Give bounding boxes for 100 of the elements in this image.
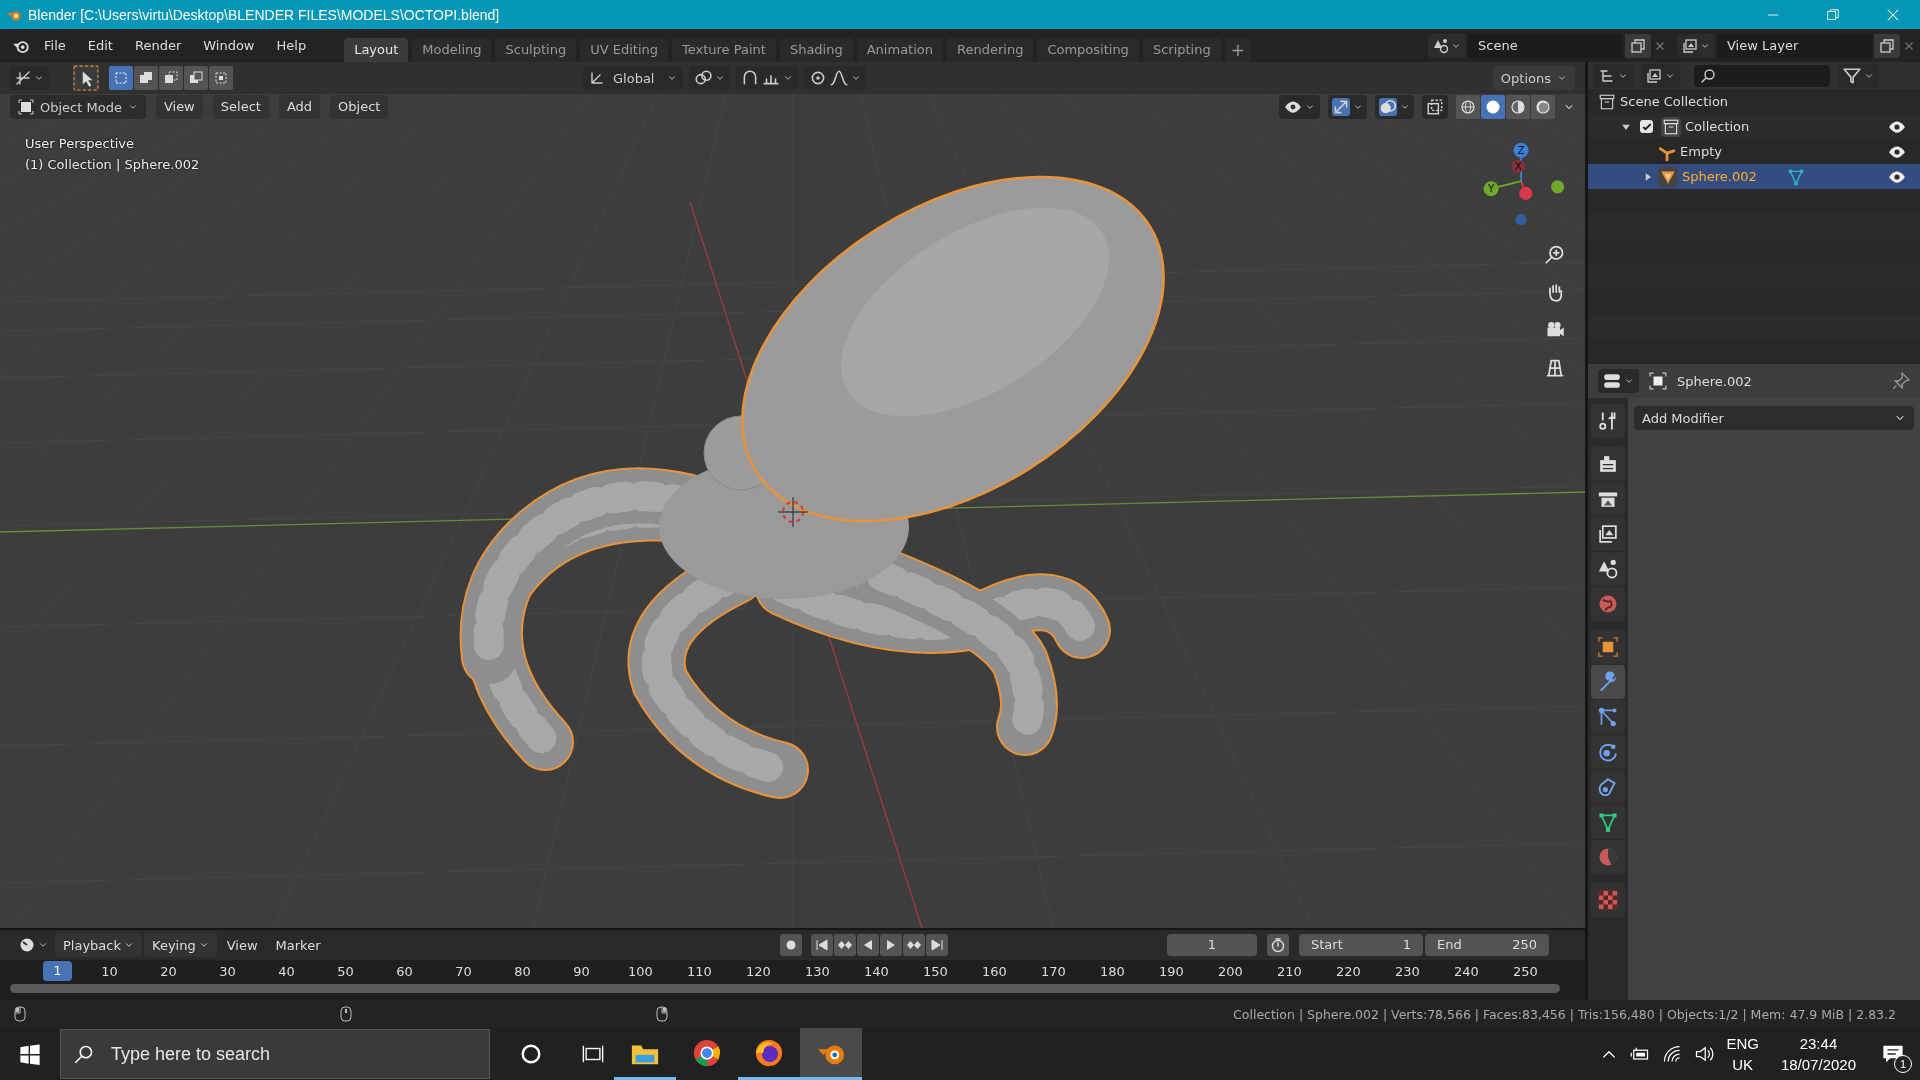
- proportional-edit-toggle[interactable]: [804, 66, 866, 90]
- play-icon[interactable]: [880, 934, 903, 956]
- next-keyframe-icon[interactable]: [903, 934, 926, 956]
- object-icon[interactable]: [1591, 630, 1625, 664]
- workspace-tab[interactable]: Animation: [856, 38, 943, 62]
- record-icon[interactable]: [780, 934, 803, 956]
- view-layer-field[interactable]: View Layer: [1717, 33, 1872, 58]
- wireframe-shading-icon[interactable]: [1456, 95, 1480, 119]
- menu-item[interactable]: Help: [276, 38, 307, 53]
- gizmo-toggle[interactable]: [1328, 95, 1367, 119]
- printer-icon[interactable]: [1591, 482, 1625, 516]
- select-mode-icon[interactable]: [109, 66, 133, 90]
- duplicate-icon[interactable]: [1625, 33, 1651, 58]
- menu-item[interactable]: Render: [134, 38, 182, 53]
- timeline-menu[interactable]: Playback: [55, 933, 142, 957]
- header-menu[interactable]: Select: [212, 95, 269, 119]
- display-mode-dropdown[interactable]: [1594, 63, 1633, 88]
- workspace-tab[interactable]: Scripting: [1142, 38, 1221, 62]
- mesh-data-icon[interactable]: [1591, 805, 1625, 839]
- volume-icon[interactable]: [1694, 1044, 1715, 1064]
- workspace-tab[interactable]: Layout: [344, 38, 409, 62]
- current-frame-field[interactable]: 1: [1167, 934, 1257, 956]
- select-mode-icon[interactable]: [159, 66, 183, 90]
- visibility-dropdown[interactable]: [1279, 95, 1320, 119]
- start-frame-field[interactable]: Start 1: [1299, 934, 1423, 956]
- add-workspace-button[interactable]: +: [1224, 38, 1251, 62]
- scene-icon[interactable]: [1591, 552, 1625, 586]
- stopwatch-icon[interactable]: [1267, 934, 1289, 956]
- header-menu[interactable]: View: [155, 95, 203, 119]
- workspace-tab[interactable]: Shading: [779, 38, 853, 62]
- editor-type-button[interactable]: [1598, 369, 1639, 393]
- play-reverse-icon[interactable]: [857, 934, 880, 956]
- checker-icon[interactable]: [1591, 883, 1625, 917]
- solid-shading-icon[interactable]: [1481, 95, 1505, 119]
- filter-view-dropdown[interactable]: [1641, 63, 1680, 88]
- options-dropdown[interactable]: Options: [1492, 66, 1575, 90]
- search-field[interactable]: [1694, 64, 1830, 87]
- select-mode-icon[interactable]: [134, 66, 158, 90]
- scene-selector[interactable]: [1428, 33, 1466, 58]
- workspace-tab[interactable]: Rendering: [947, 38, 1034, 62]
- duplicate-icon[interactable]: [1874, 33, 1900, 58]
- material-shading-icon[interactable]: [1506, 95, 1530, 119]
- select-mode-icon[interactable]: [184, 66, 208, 90]
- select-mode-icon[interactable]: [209, 66, 233, 90]
- outliner-row[interactable]: Sphere.002: [1588, 164, 1920, 189]
- grid-icon[interactable]: [1545, 358, 1565, 378]
- wrench-icon[interactable]: [1591, 665, 1625, 699]
- rendered-shading-icon[interactable]: [1531, 95, 1555, 119]
- wifi-icon[interactable]: [1662, 1044, 1683, 1064]
- outliner-row[interactable]: Empty: [1588, 139, 1920, 164]
- scrollbar-thumb[interactable]: [10, 984, 1560, 993]
- scene-field[interactable]: Scene: [1468, 33, 1623, 58]
- orientation-dropdown[interactable]: Global: [583, 66, 683, 90]
- mode-dropdown[interactable]: Object Mode: [10, 95, 146, 119]
- image-stack-icon[interactable]: [1591, 517, 1625, 551]
- menu-item[interactable]: Window: [203, 38, 255, 53]
- cortana-circle-icon[interactable]: [520, 1043, 542, 1065]
- select-tool-icon[interactable]: [73, 65, 99, 91]
- checkbox[interactable]: [1640, 120, 1653, 133]
- workspace-tab[interactable]: UV Editing: [580, 38, 668, 62]
- timeline-menu[interactable]: Marker: [267, 933, 329, 957]
- snap-toggle[interactable]: [736, 66, 798, 90]
- particles-icon[interactable]: [1591, 700, 1625, 734]
- editor-type-button[interactable]: [10, 66, 49, 90]
- pin-icon[interactable]: [1892, 372, 1910, 390]
- add-modifier-dropdown[interactable]: Add Modifier: [1634, 406, 1914, 430]
- jump-end-icon[interactable]: [926, 934, 949, 956]
- timeline-menu[interactable]: Keying: [144, 933, 217, 957]
- pivot-dropdown[interactable]: [689, 66, 730, 90]
- constraint-icon[interactable]: [1591, 770, 1625, 804]
- object-name: Sphere.002: [1677, 373, 1752, 389]
- taskbar-search-field[interactable]: Type here to search: [60, 1029, 490, 1079]
- menu-item[interactable]: File: [44, 38, 66, 53]
- previous-keyframe-icon[interactable]: [834, 934, 857, 956]
- menu-item[interactable]: Edit: [87, 38, 113, 53]
- current-frame-marker[interactable]: 1: [43, 961, 72, 981]
- header-menu[interactable]: Object: [330, 95, 389, 119]
- firefox-icon: [754, 1037, 784, 1068]
- orbit-icon[interactable]: [1591, 735, 1625, 769]
- jump-start-icon[interactable]: [811, 934, 834, 956]
- tool-icon[interactable]: [1591, 404, 1625, 438]
- filter-dropdown[interactable]: [1838, 63, 1879, 88]
- clock[interactable]: 23:44 18/07/2020: [1780, 1035, 1856, 1073]
- workspace-tab[interactable]: Modeling: [412, 38, 492, 62]
- header-menu[interactable]: Add: [278, 95, 321, 119]
- end-frame-field[interactable]: End 250: [1425, 934, 1549, 956]
- restore-icon[interactable]: [1826, 7, 1840, 22]
- task-view-icon[interactable]: [582, 1043, 604, 1065]
- zoom-icon[interactable]: [1545, 244, 1565, 264]
- workspace-tab[interactable]: Sculpting: [495, 38, 577, 62]
- blender-taskbar-button[interactable]: [800, 1028, 862, 1080]
- workspace-tab[interactable]: Texture Paint: [672, 38, 776, 62]
- camera-back-icon[interactable]: [1591, 447, 1625, 481]
- image-stack-selector[interactable]: [1677, 33, 1715, 58]
- timeline-menu[interactable]: View: [218, 933, 266, 957]
- input-language-indicator[interactable]: ENG UK: [1726, 1035, 1759, 1073]
- close-icon[interactable]: [1886, 7, 1900, 22]
- workspace-tab[interactable]: Compositing: [1037, 38, 1139, 62]
- overlay-toggle[interactable]: [1375, 95, 1414, 119]
- windows-start-icon[interactable]: [19, 1043, 41, 1065]
